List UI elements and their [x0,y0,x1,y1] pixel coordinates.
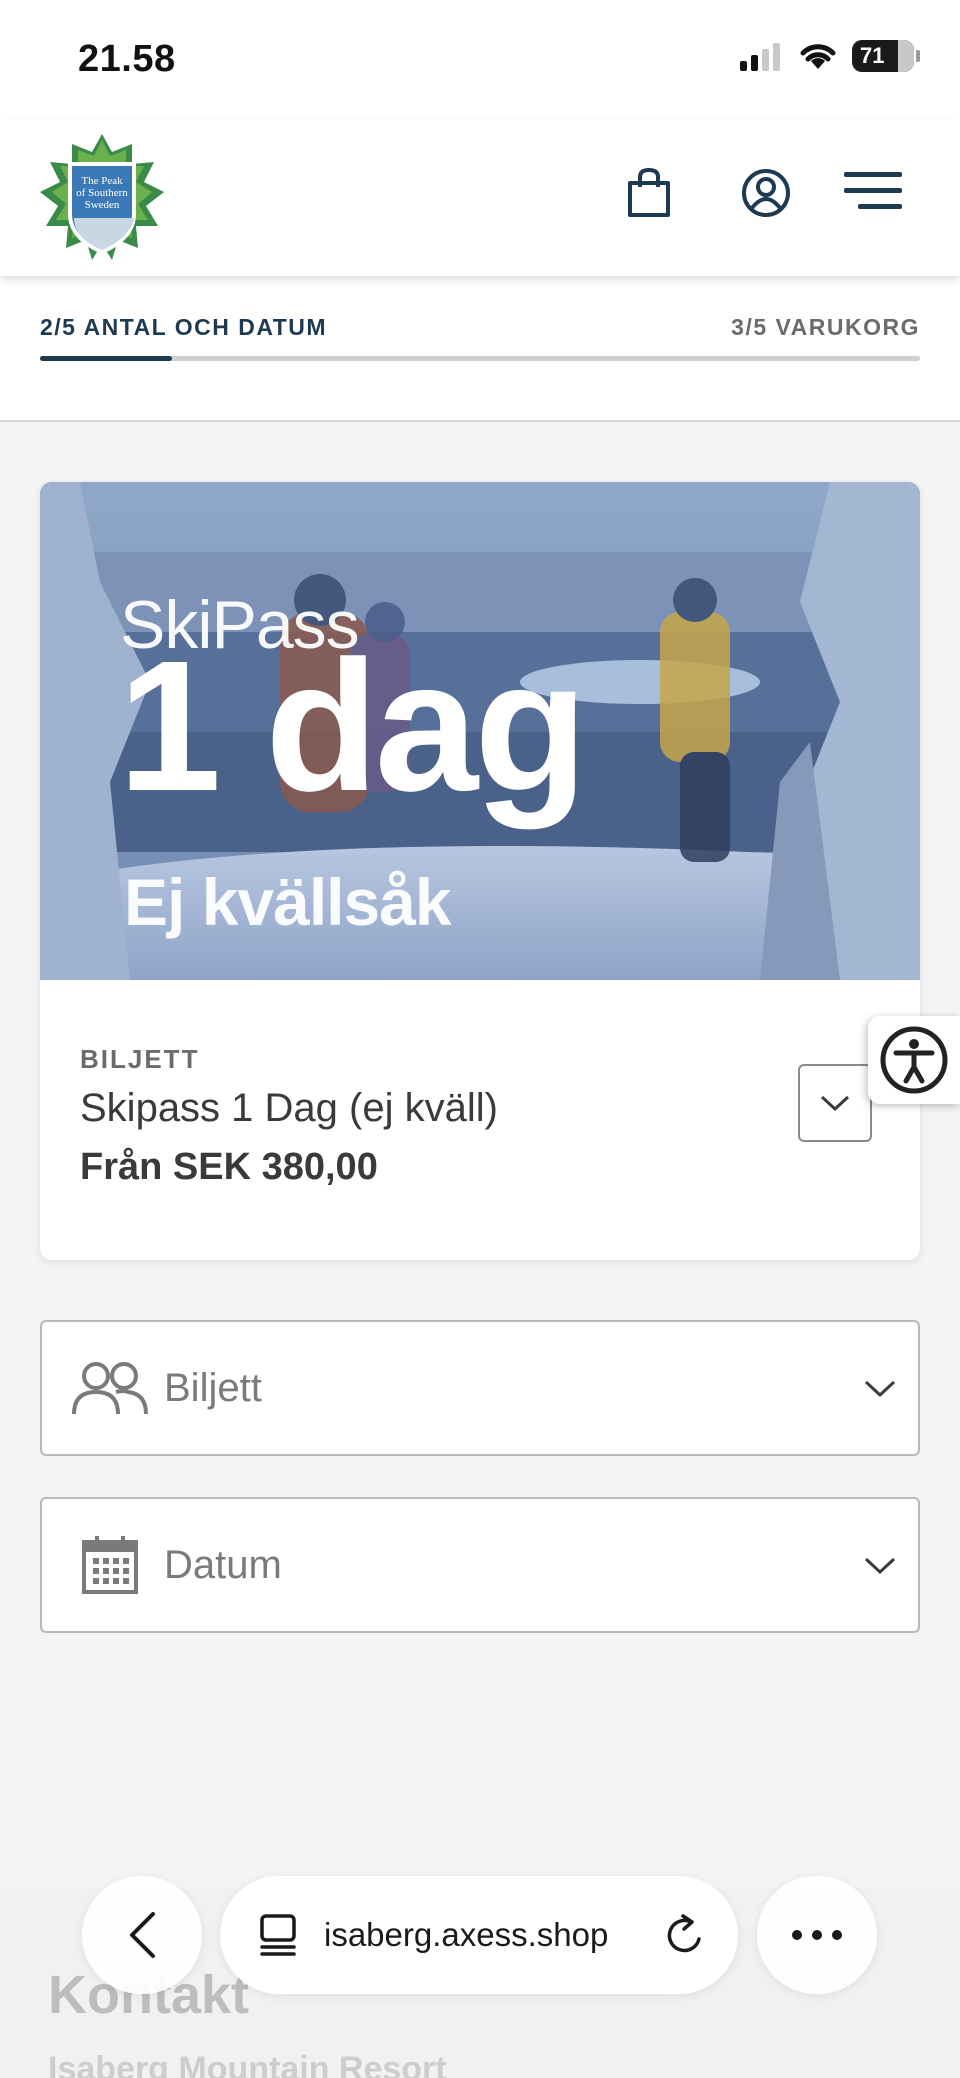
date-select[interactable]: Datum [40,1497,920,1633]
menu-button[interactable] [838,156,910,226]
address-bar[interactable]: isaberg.axess.shop [220,1876,738,1994]
product-price: Från SEK 380,00 [80,1146,378,1188]
chevron-left-icon [130,1912,155,1958]
progress-fill [40,356,172,361]
battery-level: 71 [860,43,885,68]
wifi-icon [800,44,836,69]
product-info: BILJETT Skipass 1 Dag (ej kväll) Från SE… [40,980,920,1260]
product-card: SkiPass 1 dag Ej kvällsåk BILJETT Skipas… [40,482,920,1260]
shopping-bag-icon [628,167,670,217]
more-dots-icon [792,1930,842,1940]
product-kind: BILJETT [80,1044,200,1074]
status-bar: 21.58 71 [0,0,960,120]
battery-icon: 71 [852,40,920,72]
address-bar-url: isaberg.axess.shop [324,1916,609,1953]
calendar-icon [70,1530,150,1600]
site-header: The Peak of Southern Sweden [0,120,960,276]
status-time: 21.58 [78,38,176,80]
accessibility-icon [880,1026,948,1094]
image-title-sub: Ej kvällsåk [124,865,452,939]
date-select-label: Datum [164,1542,282,1587]
chevron-down-icon [860,1368,900,1408]
reload-icon[interactable] [662,1912,708,1958]
logo[interactable]: The Peak of Southern Sweden [40,134,164,264]
user-account-icon [742,169,790,217]
logo-text-2: of Southern [76,187,128,199]
checkout-steps: 2/5 ANTAL OCH DATUM 3/5 VARUKORG [0,276,960,422]
status-icons: 71 [740,40,920,72]
step-current: 2/5 ANTAL OCH DATUM [40,314,328,340]
product-image: SkiPass 1 dag Ej kvällsåk [40,482,920,980]
footer-subtitle: Isaberg Mountain Resort [48,2050,447,2078]
hamburger-menu-icon [844,172,902,209]
chevron-down-icon [820,1095,850,1112]
accessibility-button[interactable] [868,1016,960,1104]
image-title-big: 1 dag [118,623,588,830]
cellular-signal-icon [740,43,780,71]
ticket-select[interactable]: Biljett [40,1320,920,1456]
logo-text-1: The Peak [81,175,123,187]
cart-button[interactable] [614,158,684,228]
browser-back-button[interactable] [82,1876,202,1994]
account-button[interactable] [731,158,801,228]
chevron-down-icon [860,1545,900,1585]
browser-more-button[interactable] [757,1876,877,1994]
product-name: Skipass 1 Dag (ej kväll) [80,1086,498,1130]
product-expand-button[interactable] [798,1064,872,1142]
step-next[interactable]: 3/5 VARUKORG [731,314,920,341]
people-icon [70,1353,150,1423]
tabs-icon[interactable] [256,1912,302,1958]
progress-track [40,356,920,361]
browser-toolbar: isaberg.axess.shop [0,1876,960,1996]
ticket-select-label: Biljett [164,1365,262,1410]
logo-text-3: Sweden [85,199,120,211]
